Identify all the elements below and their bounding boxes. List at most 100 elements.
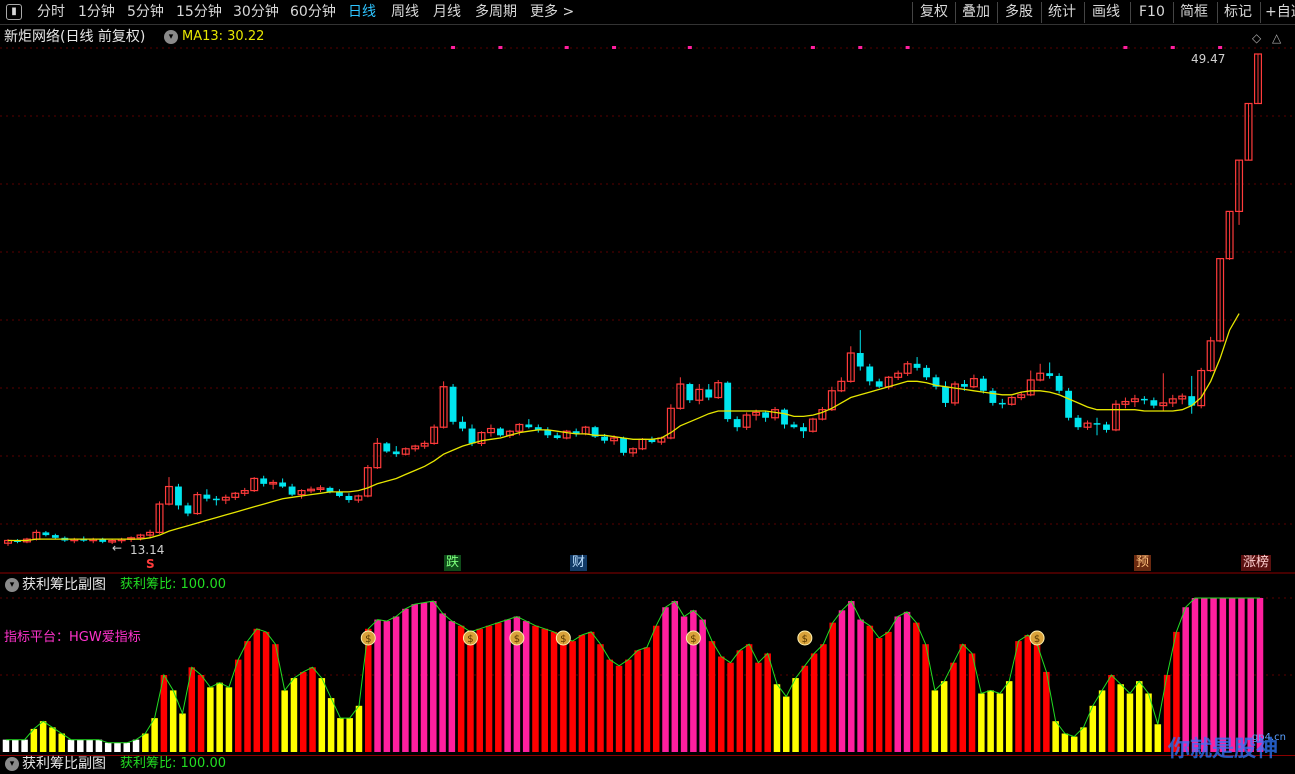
profit-bar (996, 693, 1004, 752)
profit-bar (792, 678, 799, 752)
candle-body (762, 412, 769, 418)
profit-bar (476, 628, 483, 752)
profit-bar (541, 628, 549, 752)
tab-30min[interactable]: 30分钟 (233, 0, 279, 25)
overlay-button[interactable]: 叠加 (962, 0, 990, 25)
profit-bar (2, 739, 10, 752)
chevron-down-icon[interactable]: ▾ (5, 757, 19, 771)
candle-body (51, 535, 59, 538)
candle-body (1140, 398, 1148, 401)
tab-multi-period[interactable]: 多周期 (475, 0, 517, 25)
candle-body (212, 498, 220, 501)
profit-bar (104, 742, 112, 752)
simple-frame-button[interactable]: 简框 (1180, 0, 1208, 25)
profit-bar (857, 619, 864, 752)
tab-fenshi[interactable]: 分时 (37, 0, 65, 25)
candle-body (175, 486, 182, 506)
money-bag-icon: $ (555, 630, 571, 646)
candle-body (459, 421, 466, 429)
candle-body (620, 437, 627, 453)
profit-ratio-chart[interactable]: $ $ $ $ $ $ $ (0, 574, 1295, 757)
tab-15min[interactable]: 15分钟 (176, 0, 222, 25)
tab-daily[interactable]: 日线 (348, 0, 376, 25)
candle-body (1046, 373, 1054, 376)
statistics-button[interactable]: 统计 (1048, 0, 1076, 25)
candlestick-chart[interactable] (0, 26, 1295, 574)
draw-line-button[interactable]: 画线 (1092, 0, 1120, 25)
separator (1130, 2, 1131, 23)
profit-bar (207, 687, 214, 752)
profit-bar (169, 690, 177, 752)
money-bag-symbol: $ (802, 634, 808, 645)
profit-bar (77, 739, 84, 752)
candle-body (288, 486, 296, 495)
profit-bar (234, 659, 242, 752)
profit-bar (392, 616, 400, 752)
triangle-icon[interactable]: △ (1272, 28, 1281, 48)
tab-60min[interactable]: 60分钟 (290, 0, 336, 25)
event-yu-badge[interactable]: 预 (1134, 555, 1152, 571)
money-bag-icon: $ (1029, 630, 1045, 646)
fuquan-button[interactable]: 复权 (920, 0, 948, 25)
candle-body (724, 382, 732, 420)
profit-bar (745, 644, 753, 752)
profit-bar (420, 602, 428, 752)
sidebar-toggle-icon[interactable]: ▮ (6, 4, 22, 20)
tab-weekly[interactable]: 周线 (391, 0, 419, 25)
candle-body (923, 367, 930, 378)
candle-body (525, 424, 533, 428)
profit-bar (783, 696, 790, 752)
chevron-down-icon[interactable]: ▾ (5, 578, 19, 592)
money-bag-symbol: $ (1034, 634, 1040, 645)
profit-bar (262, 631, 270, 752)
profit-bar (662, 607, 669, 752)
stock-title[interactable]: 新炬网络(日线 前复权) (4, 27, 145, 47)
tab-1min[interactable]: 1分钟 (78, 0, 115, 25)
money-bag-symbol: $ (560, 634, 566, 645)
candle-body (1103, 424, 1110, 430)
profit-bar (355, 705, 363, 752)
candle-body (1065, 390, 1073, 418)
profit-bar (1182, 607, 1189, 752)
candle-body (601, 436, 608, 441)
profit-bar (114, 742, 121, 752)
money-bag-icon: $ (797, 630, 813, 646)
separator (1260, 2, 1261, 23)
profit-bar (848, 601, 855, 752)
profit-bar (67, 739, 75, 752)
profit-bar (225, 687, 233, 752)
profit-bar (550, 631, 558, 752)
profit-bar (1070, 736, 1078, 752)
profit-bar (383, 621, 391, 752)
profit-bar (1228, 598, 1236, 752)
profit-bar (987, 690, 994, 752)
profit-bar (931, 690, 939, 752)
sub-chart-2: ▾ 获利筹比副图 获利筹比: 100.00 (0, 755, 1295, 772)
profit-bar (532, 625, 539, 752)
f10-button[interactable]: F10 (1139, 0, 1165, 25)
add-watchlist-button[interactable]: +自选 (1265, 0, 1295, 25)
profit-bar (1126, 693, 1134, 752)
mark-button[interactable]: 标记 (1224, 0, 1252, 25)
candle-body (449, 386, 457, 422)
event-cai-badge[interactable]: 财 (570, 555, 588, 571)
candle-body (866, 366, 874, 382)
profit-bar (411, 604, 418, 752)
diamond-icon[interactable]: ◇ (1252, 28, 1261, 48)
tab-monthly[interactable]: 月线 (433, 0, 461, 25)
candle-body (1150, 400, 1158, 406)
event-die-badge[interactable]: 跌 (444, 555, 462, 571)
profit-bar (1024, 634, 1032, 752)
tab-5min[interactable]: 5分钟 (127, 0, 164, 25)
ma13-line (8, 313, 1240, 542)
event-zhangbang-badge[interactable]: 涨榜 (1241, 555, 1272, 571)
profit-bar (439, 613, 446, 752)
profit-bar (820, 644, 827, 752)
chevron-down-icon[interactable]: ▾ (164, 30, 178, 44)
multi-stock-button[interactable]: 多股 (1005, 0, 1033, 25)
profit-bar (1108, 675, 1115, 752)
tab-more[interactable]: 更多 > (530, 0, 574, 25)
candle-body (468, 428, 476, 444)
profit-bar (327, 698, 335, 752)
s-marker: S (146, 557, 155, 571)
